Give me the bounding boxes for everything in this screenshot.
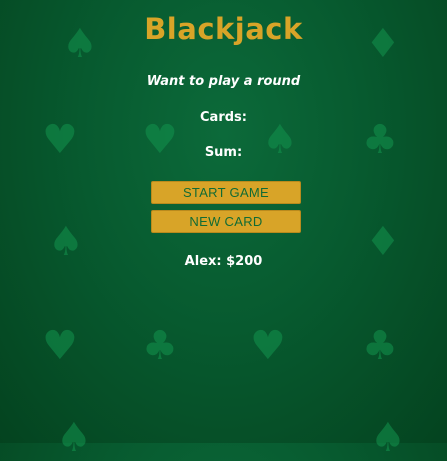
club-icon: ♣ — [142, 323, 178, 369]
sum-display: Sum: — [204, 145, 243, 160]
message-text: Want to play a round — [146, 74, 301, 89]
spade-icon: ♠ — [56, 415, 92, 461]
game-title: Blackjack — [144, 12, 303, 46]
heart-icon: ♥ — [42, 323, 78, 369]
player-info: Alex: $200 — [184, 254, 263, 269]
club-icon: ♣ — [362, 323, 398, 369]
spade-icon: ♠ — [370, 415, 406, 461]
cards-display: Cards: — [200, 110, 247, 125]
heart-icon: ♥ — [250, 323, 286, 369]
start-game-button[interactable]: START GAME — [151, 181, 301, 204]
new-card-button[interactable]: NEW CARD — [151, 210, 301, 233]
